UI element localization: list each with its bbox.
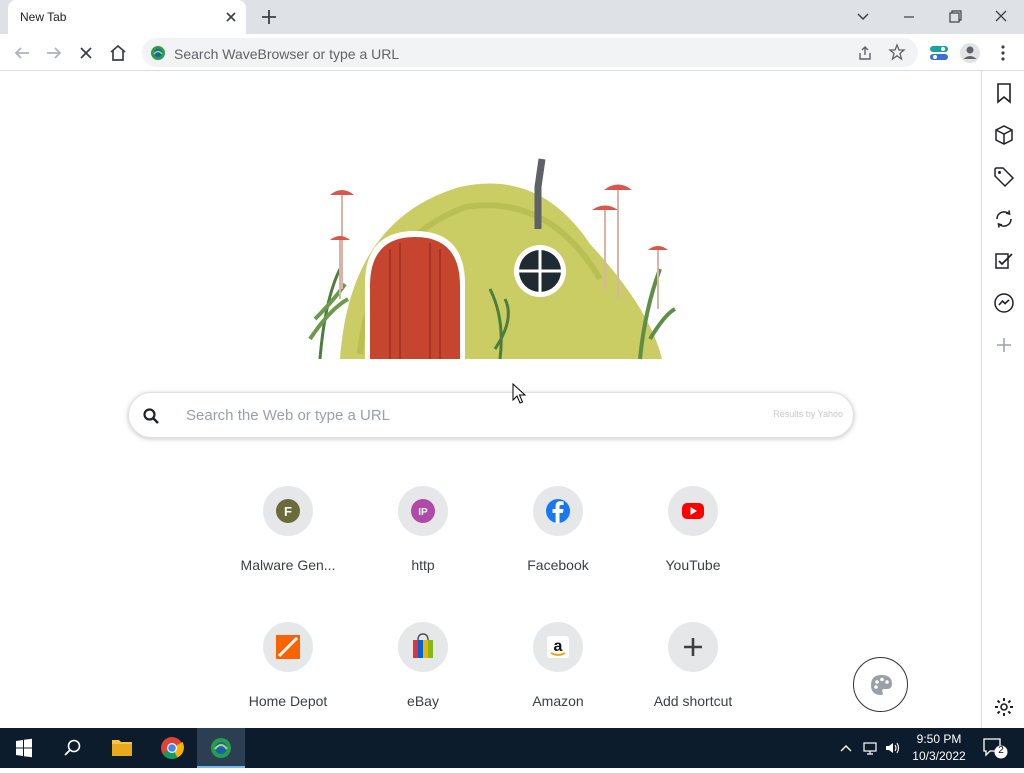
wavebrowser-taskbar-icon[interactable] [197,728,245,768]
minimize-button[interactable] [894,4,924,28]
search-icon [142,407,160,425]
palette-icon [871,675,892,695]
svg-text:F: F [284,504,292,519]
windows-start-icon[interactable] [0,728,48,768]
volume-icon[interactable] [884,738,902,758]
network-icon[interactable] [862,738,880,758]
shortcut-label: eBay [407,693,439,709]
shortcut-icon-bg [263,622,313,672]
shortcut-icon-bg [398,622,448,672]
checklist-icon[interactable] [992,249,1016,273]
shortcut-icon-bg [533,486,583,536]
shortcut-label: Malware Gen... [240,557,336,573]
menu-icon[interactable] [990,40,1016,66]
stop-button[interactable] [73,40,99,66]
tab-title: New Tab [20,10,67,24]
notification-center-icon[interactable]: 2 [981,736,1009,760]
bookmark-icon[interactable] [992,81,1016,105]
file-explorer-icon[interactable] [98,728,146,768]
share-icon[interactable] [856,44,874,62]
add-shortcut-button[interactable]: Add shortcut [637,622,749,732]
customize-button[interactable] [853,657,908,712]
ip-icon: IP [411,499,435,523]
tab-strip: New Tab [0,0,1024,34]
add-panel-plus-icon[interactable] [992,333,1016,357]
shortcut-facebook[interactable]: Facebook [502,486,614,596]
ebay-bag-icon [413,633,433,658]
hobbit-house-illustration [300,149,680,361]
shortcut-icon-bg: F [263,486,313,536]
shortcut-label: Facebook [527,557,589,573]
tab-new-tab[interactable]: New Tab [8,0,246,34]
close-window-button[interactable] [986,4,1016,28]
shortcut-label: Add shortcut [653,693,733,709]
home-depot-icon [276,635,300,659]
shortcut-label: Home Depot [248,693,328,709]
facebook-icon [546,499,570,523]
home-button[interactable] [105,40,131,66]
windows-taskbar: 9:50 PM 10/3/2022 2 [0,728,1024,768]
profile-avatar[interactable] [957,40,983,66]
shortcut-icon-bg: IP [398,486,448,536]
new-tab-page: Search the Web or type a URL Results by … [0,71,981,728]
svg-text:a: a [554,638,563,655]
new-tab-button[interactable] [258,6,280,28]
shortcut-youtube[interactable]: YouTube [637,486,749,596]
youtube-icon [682,503,704,519]
plus-icon [684,638,702,656]
messenger-icon[interactable] [992,291,1016,315]
toolbar: Search WaveBrowser or type a URL [0,34,1024,71]
shortcut-icon-bg [668,622,718,672]
shortcut-http[interactable]: IP http [367,486,479,596]
search-provider-credit: Results by Yahoo [773,409,843,419]
system-clock[interactable]: 9:50 PM 10/3/2022 [905,731,973,765]
restore-button[interactable] [940,4,970,28]
address-placeholder: Search WaveBrowser or type a URL [174,46,400,62]
notification-count-badge: 2 [998,745,1004,756]
gear-icon[interactable] [992,695,1016,719]
shortcut-label: YouTube [665,557,721,573]
shortcut-label: http [411,557,435,573]
chevron-up-icon[interactable] [838,738,854,758]
back-button[interactable] [9,40,35,66]
wavebrowser-icon [150,45,166,61]
clock-time: 9:50 PM [916,732,962,746]
shortcut-malware-gen[interactable]: F Malware Gen... [232,486,344,596]
letter-f-icon: F [276,499,300,523]
amazon-icon: a [547,636,569,658]
side-panel [981,71,1024,728]
forward-button[interactable] [41,40,67,66]
bookmark-star-icon[interactable] [888,43,906,61]
tag-icon[interactable] [992,165,1016,189]
chrome-icon[interactable] [148,728,196,768]
box-icon[interactable] [992,123,1016,147]
web-search-box[interactable]: Search the Web or type a URL Results by … [128,392,854,438]
address-bar[interactable]: Search WaveBrowser or type a URL [142,38,918,67]
shortcut-ebay[interactable]: eBay [367,622,479,732]
shortcut-home-depot[interactable]: Home Depot [232,622,344,732]
shortcut-icon-bg [668,486,718,536]
shortcut-icon-bg: a [533,622,583,672]
search-icon[interactable] [48,728,96,768]
tab-close-icon[interactable] [222,8,240,26]
shortcut-amazon[interactable]: a Amazon [502,622,614,732]
mouse-cursor [512,382,527,405]
clock-date: 10/3/2022 [912,749,966,763]
sync-icon[interactable] [992,207,1016,231]
svg-text:IP: IP [418,507,428,518]
search-placeholder: Search the Web or type a URL [186,407,390,424]
extensions-toggle-icon[interactable] [926,40,952,66]
shortcut-label: Amazon [532,693,584,709]
tab-search-button[interactable] [848,4,878,28]
